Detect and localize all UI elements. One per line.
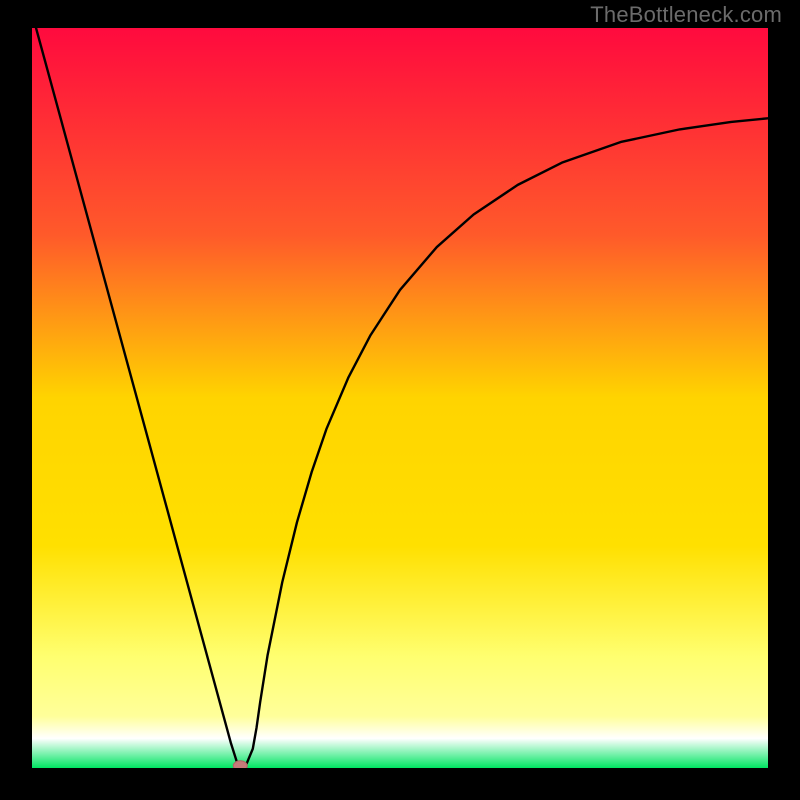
chart-plot-area: [32, 28, 768, 768]
gradient-background: [32, 28, 768, 768]
minimum-marker: [233, 761, 247, 768]
watermark-label: TheBottleneck.com: [590, 2, 782, 28]
chart-svg: [32, 28, 768, 768]
app-frame: TheBottleneck.com: [0, 0, 800, 800]
